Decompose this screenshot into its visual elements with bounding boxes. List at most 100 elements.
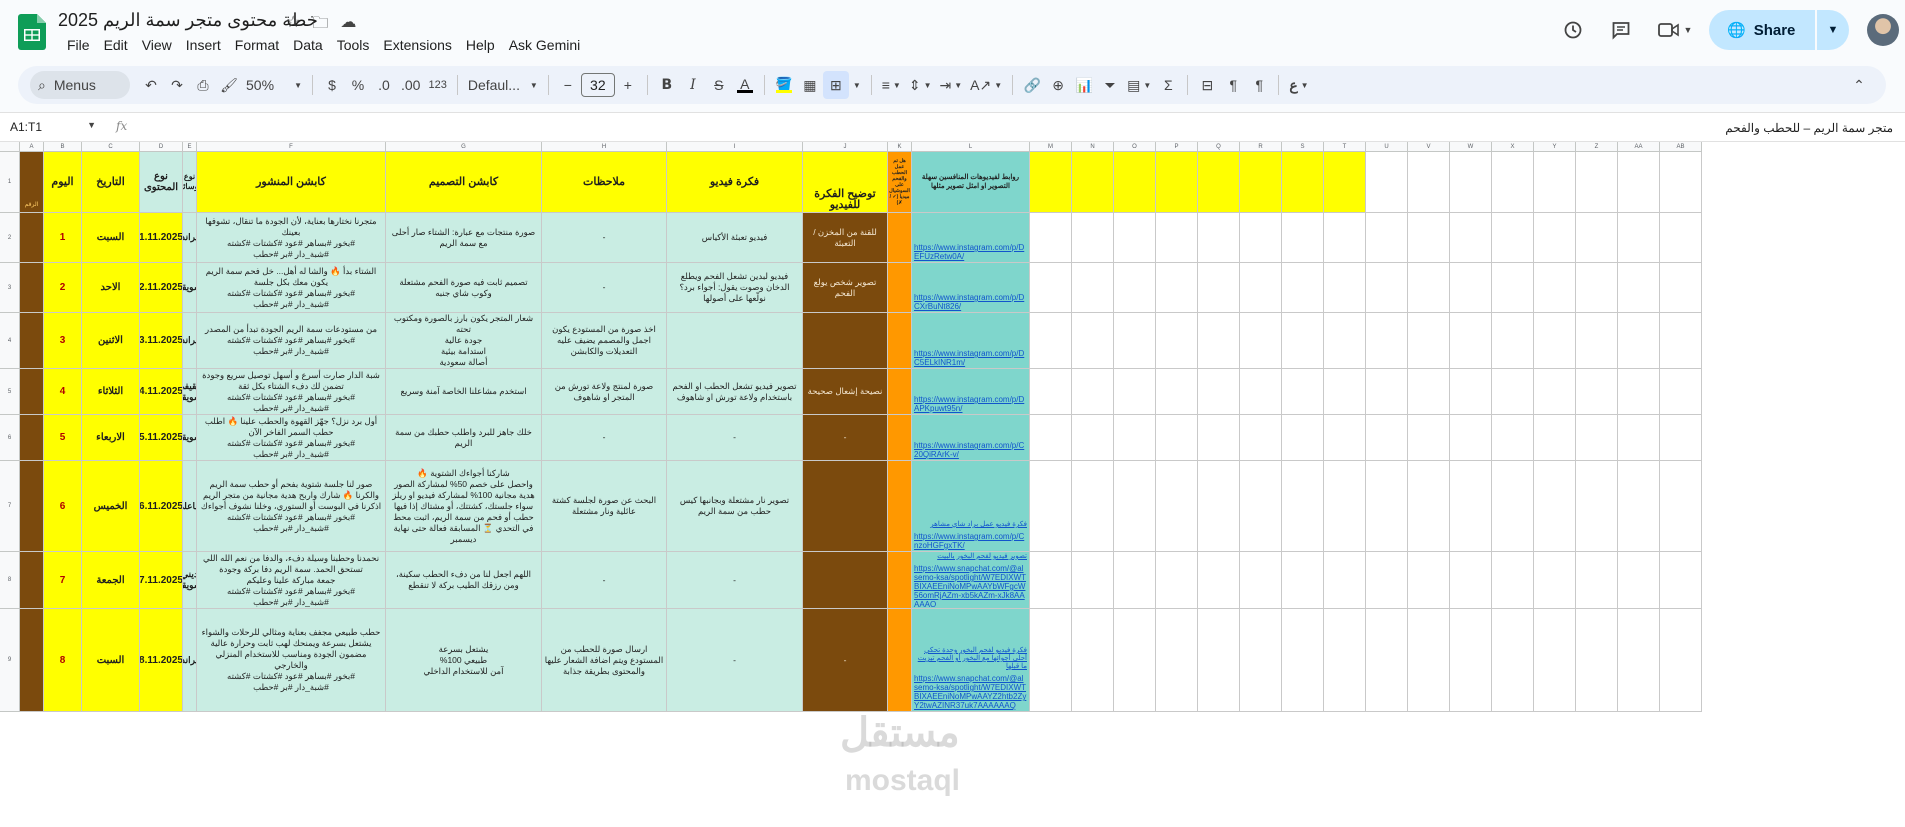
grid-cell-empty[interactable]: [1618, 213, 1660, 263]
column-header-m[interactable]: M: [1030, 142, 1072, 152]
grid-cell-empty[interactable]: [1366, 313, 1408, 369]
menu-help[interactable]: Help: [459, 36, 502, 54]
grid-cell-empty[interactable]: [1282, 369, 1324, 415]
column-header-t[interactable]: T: [1324, 142, 1366, 152]
row-header[interactable]: 3: [0, 263, 20, 313]
grid-cell-empty[interactable]: [1408, 263, 1450, 313]
post-caption-cell[interactable]: الشتاء بدأ 🔥 والشا له أهل... خل فحم سمة …: [197, 263, 386, 313]
post-caption-cell[interactable]: أول برد نزل؟ جهّز القهوة والحطب علينا 🔥 …: [197, 415, 386, 461]
competitor-link-cell[interactable]: https://www.instagram.com/p/DCXrBuNt826/: [912, 263, 1030, 313]
grid-cell-empty[interactable]: [1072, 263, 1114, 313]
grid-cell-empty[interactable]: [1198, 415, 1240, 461]
competitor-link[interactable]: https://www.instagram.com/p/CnzoHGFgxTK/: [914, 532, 1027, 550]
grid-cell-empty[interactable]: [1660, 313, 1702, 369]
column-header-a[interactable]: A: [20, 142, 44, 152]
design-caption-cell[interactable]: استخدم مشاعلنا الخاصة آمنة وسريع: [386, 369, 542, 415]
grid-cell-empty[interactable]: [1324, 461, 1366, 552]
column-header-e[interactable]: E: [183, 142, 197, 152]
competitor-link[interactable]: https://www.instagram.com/p/C20QiRArK-v/: [914, 441, 1027, 459]
day-cell[interactable]: الاربعاء: [82, 415, 140, 461]
column-header-o[interactable]: O: [1114, 142, 1156, 152]
filter-icon[interactable]: ⏷: [1097, 71, 1123, 99]
grid-cell-empty[interactable]: [1324, 552, 1366, 609]
header-cell-empty[interactable]: [1282, 152, 1324, 213]
insert-comment-icon[interactable]: ⊕: [1045, 71, 1071, 99]
header-cell-empty[interactable]: [1114, 152, 1156, 213]
competitor-link[interactable]: https://www.snapchat.com/@alsemo-ksa/spo…: [914, 674, 1027, 710]
notes-cell[interactable]: -: [542, 213, 667, 263]
grid-cell-empty[interactable]: [1324, 313, 1366, 369]
grid-cell-empty[interactable]: [1366, 213, 1408, 263]
video-idea-cell[interactable]: -: [667, 415, 803, 461]
video-explanation-cell[interactable]: [803, 461, 888, 552]
grid-cell-empty[interactable]: [1660, 369, 1702, 415]
ltr-paragraph-icon[interactable]: ¶: [1246, 71, 1272, 99]
status-cell[interactable]: [888, 415, 912, 461]
grid-cell-empty[interactable]: [1576, 552, 1618, 609]
strikethrough-button[interactable]: S: [706, 71, 732, 99]
post-caption-cell[interactable]: شبة الدار صارت أسرع و أسهل توصيل سريع وج…: [197, 369, 386, 415]
insert-link-icon[interactable]: 🔗: [1019, 71, 1045, 99]
grid-cell-empty[interactable]: [1450, 213, 1492, 263]
column-header-v[interactable]: V: [1408, 142, 1450, 152]
grid-cell-empty[interactable]: [1240, 213, 1282, 263]
status-cell[interactable]: [888, 609, 912, 712]
search-menus-input[interactable]: ⌕ Menus: [30, 71, 130, 99]
grid-cell-empty[interactable]: [1156, 263, 1198, 313]
row-index-cell[interactable]: 8: [44, 609, 82, 712]
notes-cell[interactable]: -: [542, 415, 667, 461]
grid-cell-empty[interactable]: [1576, 152, 1618, 213]
grid-cell-empty[interactable]: [1576, 415, 1618, 461]
competitor-link[interactable]: https://www.instagram.com/p/DAPKpuwt95n/: [914, 395, 1027, 413]
row-index-cell[interactable]: 7: [44, 552, 82, 609]
menu-format[interactable]: Format: [228, 36, 286, 54]
competitor-link-cell[interactable]: فكرة فيديو عمل براد شاي مشاهر https://www…: [912, 461, 1030, 552]
notes-cell[interactable]: ارسال صورة للحطب من المستودع ويتم اضافة …: [542, 609, 667, 712]
design-caption-cell[interactable]: شاركنا أجواءك الشتوية 🔥 واحصل على خصم 50…: [386, 461, 542, 552]
grid-cell-empty[interactable]: [1534, 609, 1576, 712]
day-cell[interactable]: السبت: [82, 213, 140, 263]
status-cell[interactable]: [888, 552, 912, 609]
post-caption-cell[interactable]: نحمدنا وحطبنا وسيلة دفء، والدفا من نعم ا…: [197, 552, 386, 609]
content-type-cell[interactable]: تسويقي: [183, 263, 197, 313]
video-explanation-cell[interactable]: [803, 313, 888, 369]
column-header-j[interactable]: J: [803, 142, 888, 152]
grid-cell-empty[interactable]: [1198, 552, 1240, 609]
grid-cell-empty[interactable]: [1030, 263, 1072, 313]
row-header[interactable]: 9: [0, 609, 20, 712]
account-avatar[interactable]: [1867, 14, 1899, 46]
date-cell[interactable]: 7.11.2025: [140, 552, 183, 609]
column-header-ab[interactable]: AB: [1660, 142, 1702, 152]
grid-cell-empty[interactable]: [1114, 263, 1156, 313]
grid-cell-empty[interactable]: [1576, 263, 1618, 313]
grid-cell-empty[interactable]: [1618, 369, 1660, 415]
undo-button[interactable]: ↶: [138, 71, 164, 99]
grid-cell-empty[interactable]: [1282, 552, 1324, 609]
grid-cell-empty[interactable]: [1618, 263, 1660, 313]
menu-data[interactable]: Data: [286, 36, 330, 54]
grid-cell-empty[interactable]: [1534, 369, 1576, 415]
competitor-link[interactable]: https://www.snapchat.com/@alsemo-ksa/spo…: [914, 564, 1027, 607]
text-rotation-button[interactable]: A↗ ▼: [966, 71, 1006, 99]
date-cell[interactable]: 5.11.2025: [140, 415, 183, 461]
text-color-button[interactable]: A: [732, 71, 758, 99]
grid-cell-empty[interactable]: [1408, 213, 1450, 263]
column-header-r[interactable]: R: [1240, 142, 1282, 152]
design-caption-cell[interactable]: اللهم اجعل لنا من دفء الحطب سكينة، ومن ر…: [386, 552, 542, 609]
header-cell-empty[interactable]: [1240, 152, 1282, 213]
star-icon[interactable]: ☆: [286, 12, 300, 39]
day-cell[interactable]: الخميس: [82, 461, 140, 552]
competitor-link[interactable]: https://www.instagram.com/p/DCXrBuNt826/: [914, 293, 1027, 311]
column-header-aa[interactable]: AA: [1618, 142, 1660, 152]
day-cell[interactable]: الاثنين: [82, 313, 140, 369]
history-icon[interactable]: [1553, 10, 1593, 50]
share-dropdown-button[interactable]: ▼: [1817, 10, 1849, 50]
grid-cell-empty[interactable]: [1198, 369, 1240, 415]
column-header-x[interactable]: X: [1492, 142, 1534, 152]
italic-button[interactable]: I: [680, 71, 706, 99]
video-explanation-cell[interactable]: تصوير شخص يولع الفحم: [803, 263, 888, 313]
column-header-d[interactable]: D: [140, 142, 183, 152]
grid-cell-empty[interactable]: [1660, 263, 1702, 313]
competitor-link-cell[interactable]: تصوير فيديو لفحم البخور بالبيت https://ww…: [912, 552, 1030, 609]
grid-cell-empty[interactable]: [1282, 415, 1324, 461]
